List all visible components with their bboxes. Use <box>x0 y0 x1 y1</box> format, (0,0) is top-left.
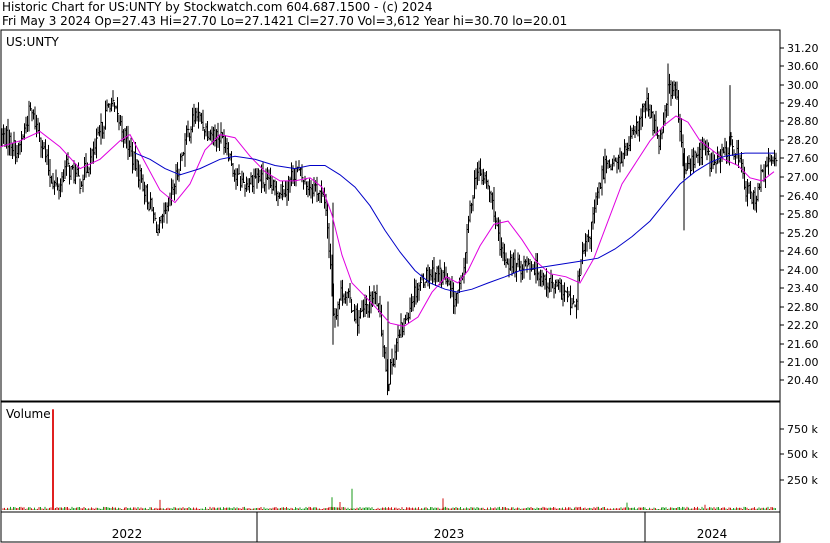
moving-average-long-line <box>134 152 774 293</box>
price-y-tick-label: 22.80 <box>787 301 819 314</box>
volume-y-tick-label: 500 k <box>787 448 818 461</box>
volume-bars <box>2 409 776 510</box>
price-y-tick-label: 27.60 <box>787 152 819 165</box>
price-y-tick-label: 22.20 <box>787 319 819 332</box>
volume-y-tick-label: 750 k <box>787 423 818 436</box>
volume-y-tick-label: 250 k <box>787 474 818 487</box>
price-y-tick-label: 31.20 <box>787 42 819 55</box>
price-y-tick-label: 21.60 <box>787 338 819 351</box>
year-label: 2022 <box>112 527 143 541</box>
date-axis: 2022 2023 2024 <box>112 512 728 542</box>
price-y-tick-label: 28.20 <box>787 134 819 147</box>
volume-y-axis: 750 k 500 k 250 k <box>780 423 818 487</box>
volume-panel-frame <box>0 401 781 513</box>
stock-chart: US:UNTY Volume 31.20 30.60 30.00 29.40 28.80… <box>0 29 819 543</box>
price-y-tick-label: 20.40 <box>787 374 819 387</box>
price-y-tick-label: 26.40 <box>787 190 819 203</box>
price-y-tick-label: 28.80 <box>787 115 819 128</box>
year-label: 2023 <box>434 527 465 541</box>
volume-panel-title: Volume <box>6 407 51 421</box>
price-y-tick-label: 23.40 <box>787 282 819 295</box>
price-panel-title: US:UNTY <box>6 35 60 49</box>
moving-average-short-line <box>0 115 775 327</box>
price-y-tick-label: 25.80 <box>787 208 819 221</box>
price-y-tick-label: 24.00 <box>787 264 819 277</box>
price-y-tick-label: 30.00 <box>787 79 819 92</box>
price-y-tick-label: 21.00 <box>787 356 819 369</box>
price-y-tick-label: 25.20 <box>787 227 819 240</box>
price-y-tick-label: 24.60 <box>787 245 819 258</box>
price-y-tick-label: 30.60 <box>787 60 819 73</box>
moving-average-lines <box>0 115 775 327</box>
price-y-tick-label: 29.40 <box>787 97 819 110</box>
price-bars <box>1 63 778 396</box>
price-y-tick-label: 27.00 <box>787 171 819 184</box>
year-label: 2024 <box>697 527 728 541</box>
price-panel-frame <box>0 29 781 402</box>
price-y-axis: 31.20 30.60 30.00 29.40 28.80 28.20 27.60 27.00… <box>780 42 819 387</box>
